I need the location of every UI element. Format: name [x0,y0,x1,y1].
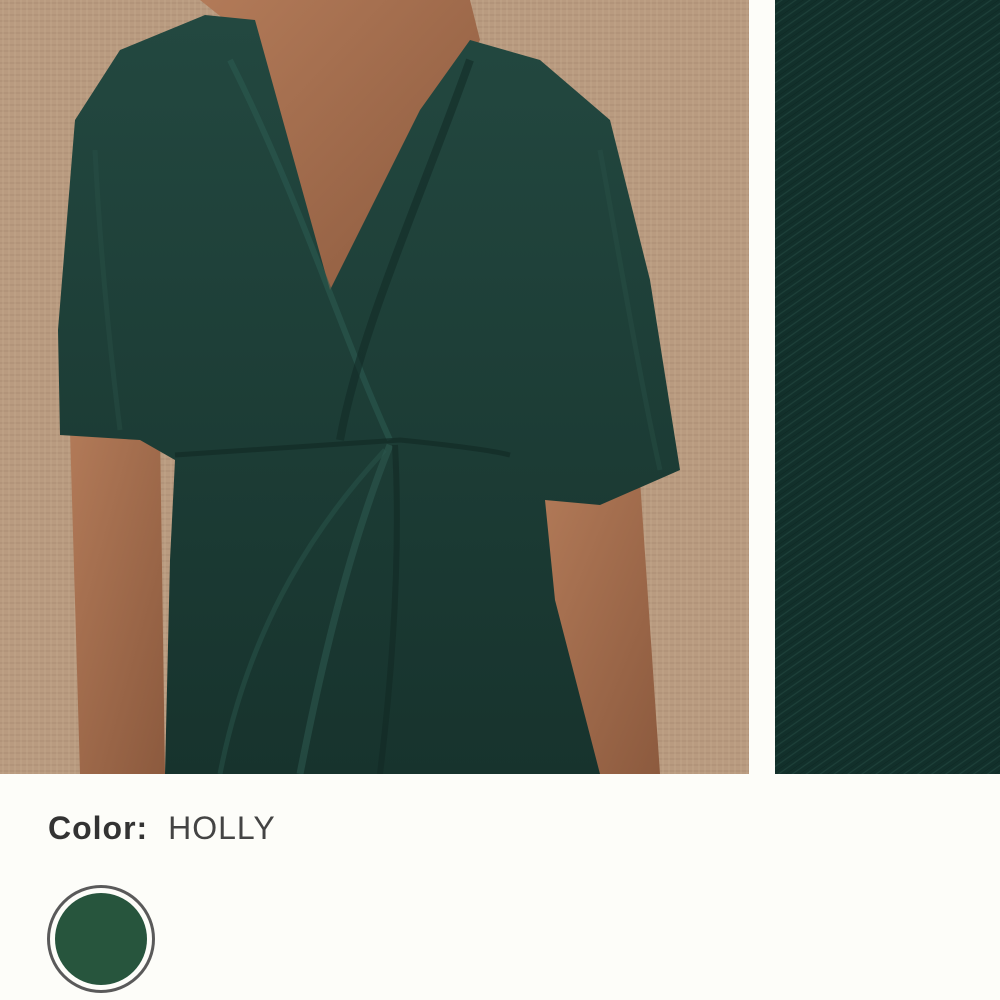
fabric-closeup-photo [775,0,1000,774]
product-color-page: Color: HOLLY [0,0,1000,1000]
color-label: Color: HOLLY [48,810,276,847]
swatch-fill-icon [55,893,147,985]
color-name: HOLLY [168,810,276,846]
product-model-photo [0,0,749,774]
color-label-key: Color: [48,810,149,846]
color-swatch-holly[interactable] [47,885,155,993]
